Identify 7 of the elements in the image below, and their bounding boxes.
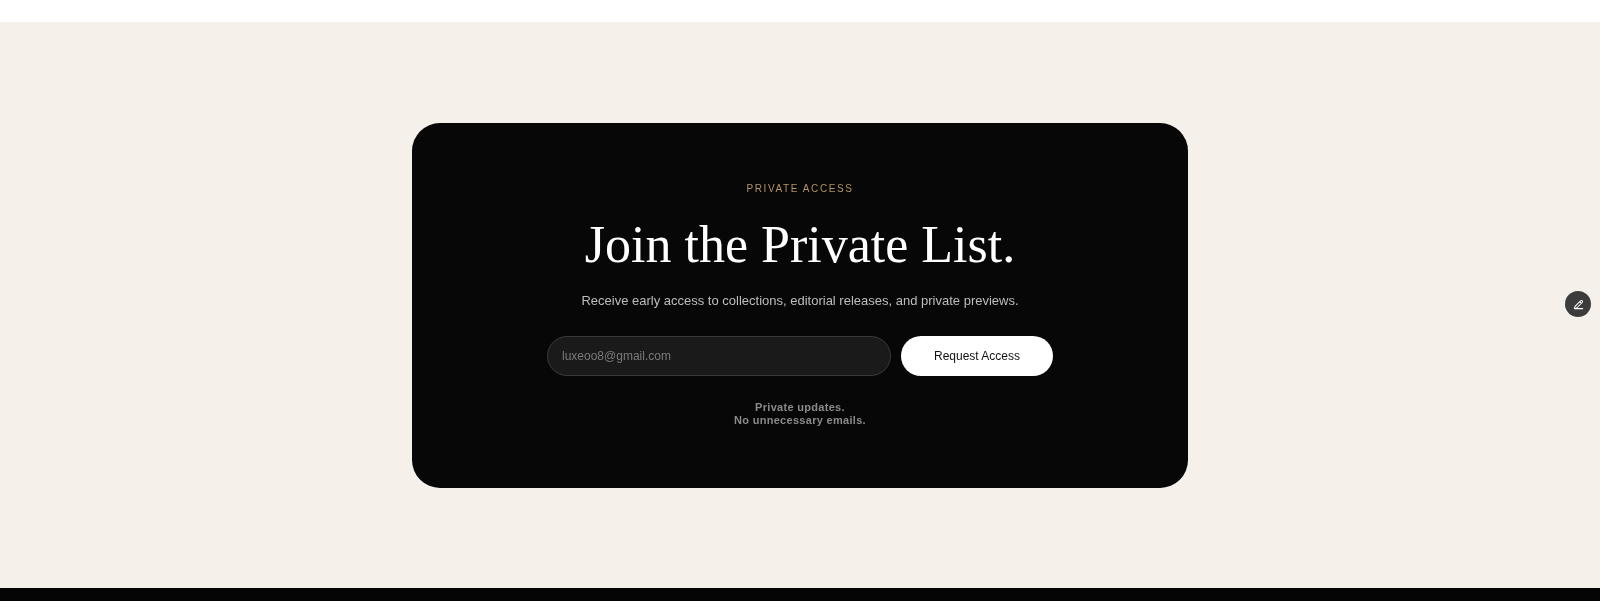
pen-icon [1572,298,1584,310]
privacy-note: Private updates. No unnecessary emails. [734,400,866,427]
request-access-button[interactable]: Request Access [901,335,1053,376]
email-field[interactable]: luxeoo8@gmail.com [547,335,891,376]
card-title: Join the Private List. [584,214,1016,274]
eyebrow-label: PRIVATE ACCESS [746,181,854,196]
card-subtitle: Receive early access to collections, editorial releases, and private previews. [581,291,1019,310]
